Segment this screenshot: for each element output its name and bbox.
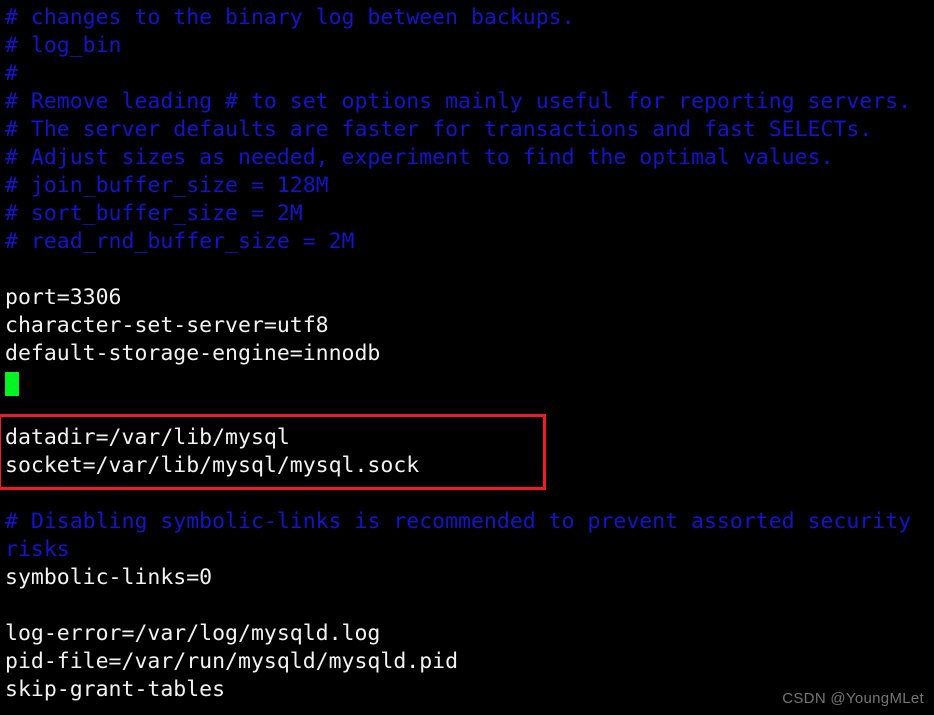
code-line: # Remove leading # to set options mainly… [5, 89, 912, 114]
code-line: # log_bin [5, 33, 122, 58]
code-line-wrapped: risks [5, 537, 70, 562]
code-line-socket: socket=/var/lib/mysql/mysql.sock [5, 453, 420, 478]
code-line: # changes to the binary log between back… [5, 5, 575, 30]
code-line: # The server defaults are faster for tra… [5, 117, 873, 142]
code-line-with-cursor [5, 368, 934, 396]
code-line-datadir: datadir=/var/lib/mysql [5, 425, 290, 450]
code-line: # join_buffer_size = 128M [5, 173, 329, 198]
code-line: default-storage-engine=innodb [5, 341, 381, 366]
code-line: # read_rnd_buffer_size = 2M [5, 229, 355, 254]
code-line: # Adjust sizes as needed, experiment to … [5, 145, 834, 170]
config-file-text[interactable]: # changes to the binary log between back… [0, 0, 934, 704]
text-cursor [5, 372, 19, 396]
code-line: # Disabling symbolic-links is recommende… [5, 509, 912, 534]
terminal-window[interactable]: # changes to the binary log between back… [0, 0, 934, 715]
code-line: # sort_buffer_size = 2M [5, 201, 303, 226]
code-line: port=3306 [5, 285, 122, 310]
watermark-label: CSDN @YoungMLet [782, 690, 924, 707]
code-line: # [5, 61, 18, 86]
code-line: symbolic-links=0 [5, 565, 213, 590]
code-line: pid-file=/var/run/mysqld/mysqld.pid [5, 649, 459, 674]
code-line: character-set-server=utf8 [5, 313, 329, 338]
code-line: log-error=/var/log/mysqld.log [5, 621, 381, 646]
